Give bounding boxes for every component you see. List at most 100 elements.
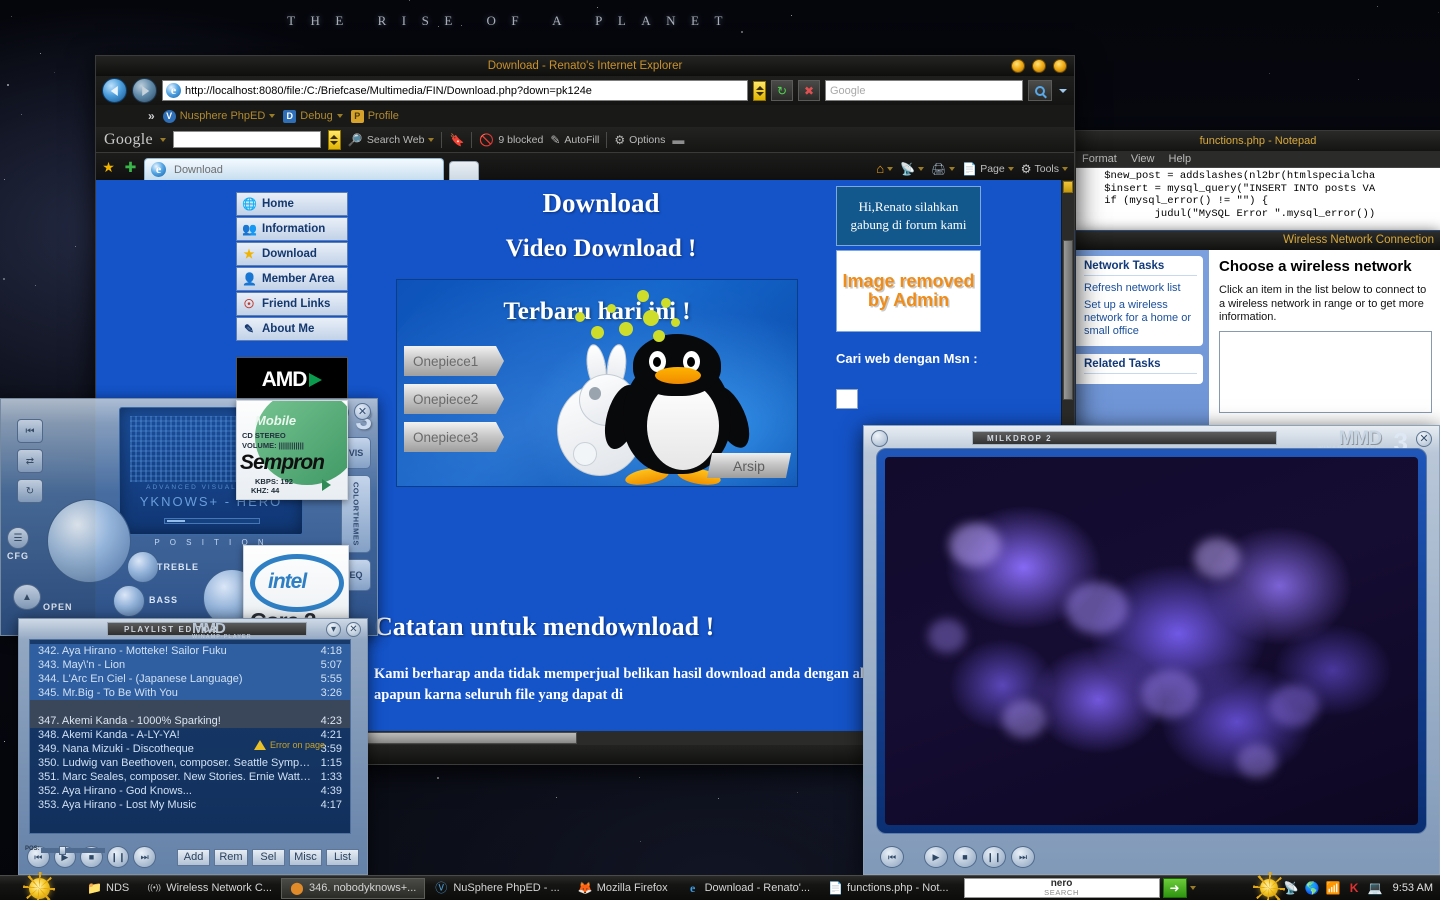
playlist-footer-controls[interactable]: ⏮ ▶ ■ ❙❙ ⏭ Add Rem Sel Misc List: [19, 840, 367, 874]
nav-item-home[interactable]: 🌐 Home: [236, 192, 348, 216]
window-controls[interactable]: [1011, 59, 1067, 73]
search-input[interactable]: Google: [825, 80, 1023, 101]
debug-menu-item[interactable]: D Debug: [283, 109, 343, 123]
menu-format[interactable]: Format: [1082, 153, 1117, 165]
ie-navigation-bar[interactable]: e http://localhost:8080/file:/C:/Briefca…: [96, 76, 1074, 105]
setup-wireless-network-link[interactable]: Set up a wireless network for a home or …: [1084, 297, 1197, 340]
playlist-add-button[interactable]: Add: [177, 848, 211, 866]
nav-item-information[interactable]: 👥 Information: [236, 217, 348, 241]
taskbar-item[interactable]: ⬤ 346. nobodyknows+...: [280, 877, 426, 899]
address-bar-value[interactable]: http://localhost:8080/file:/C:/Briefcase…: [185, 85, 744, 97]
playlist-remove-button[interactable]: Rem: [214, 848, 248, 866]
sun-tray-icon[interactable]: [1259, 879, 1278, 897]
prev-button[interactable]: ⏮: [880, 846, 904, 868]
chevron-down-icon[interactable]: [918, 166, 924, 171]
download-button-onepiece1[interactable]: Onepiece1: [404, 346, 504, 376]
next-button[interactable]: ⏭: [1011, 846, 1035, 868]
home-button[interactable]: ⌂: [876, 161, 894, 176]
next-button[interactable]: ⏭: [133, 846, 156, 868]
network-disconnected-icon[interactable]: 📡: [1284, 881, 1299, 896]
playlist-track-row[interactable]: 352. Aya Hirano - God Knows... 4:39: [30, 784, 350, 798]
chevron-down-icon[interactable]: [1007, 166, 1014, 171]
globe-icon[interactable]: 🌎: [1305, 881, 1320, 896]
search-web-button[interactable]: 🔎 Search Web: [348, 133, 435, 147]
menu-help[interactable]: Help: [1169, 153, 1192, 165]
pause-button[interactable]: ❙❙: [106, 846, 130, 868]
menu-view[interactable]: View: [1131, 153, 1155, 165]
highlighter-button[interactable]: ▬: [672, 133, 684, 147]
bookmarks-button[interactable]: 🔖: [449, 133, 464, 147]
refresh-network-list-link[interactable]: Refresh network list: [1084, 280, 1197, 297]
playlist-track-row[interactable]: 353. Aya Hirano - Lost My Music 4:17: [30, 798, 350, 812]
playlist-track-row[interactable]: 345. Mr.Big - To Be With You 3:26: [30, 686, 350, 700]
taskbar-item[interactable]: 📄 functions.php - Not...: [819, 878, 958, 899]
playlist-close-button[interactable]: ✕: [346, 622, 361, 637]
start-button[interactable]: [0, 876, 78, 900]
toolbar-overflow-icon[interactable]: »: [148, 109, 155, 123]
site-navigation[interactable]: 🌐 Home 👥 Information ★ Download 👤 Member…: [236, 192, 348, 403]
nav-item-friend-links[interactable]: ☉ Friend Links: [236, 292, 348, 316]
feeds-button[interactable]: 📡: [900, 162, 924, 176]
prev-track-button[interactable]: ⏮: [17, 419, 43, 443]
phped-menu-item[interactable]: V Nusphere PhpED: [162, 109, 276, 123]
jog-dial[interactable]: [47, 499, 131, 583]
playlist-track-row[interactable]: 351. Marc Seales, composer. New Stories.…: [30, 770, 350, 784]
nero-chevron-down-icon[interactable]: [1189, 886, 1196, 890]
taskbar-clock[interactable]: 9:53 AM: [1393, 882, 1433, 894]
search-icon[interactable]: [1028, 80, 1052, 101]
playlist-track-row[interactable]: [30, 700, 350, 714]
repeat-button[interactable]: ↻: [17, 479, 43, 503]
taskbar-item[interactable]: Ⓥ NuSphere PhpED - ...: [425, 878, 568, 899]
position-slider[interactable]: [164, 518, 260, 524]
chevron-down-icon[interactable]: [336, 114, 343, 118]
pause-button[interactable]: ❙❙: [982, 846, 1006, 868]
playlist-track-row[interactable]: 350. Ludwig van Beethoven, composer. Sea…: [30, 756, 350, 770]
taskbar-item[interactable]: ((•)) Wireless Network C...: [138, 878, 281, 899]
nav-item-about-me[interactable]: ✎ About Me: [236, 317, 348, 341]
msn-search-input[interactable]: [836, 389, 858, 409]
taskbar[interactable]: 📁 NDS ((•)) Wireless Network C... ⬤ 346. nobo…: [0, 875, 1440, 900]
chevron-down-icon[interactable]: [949, 166, 956, 171]
mmd-close-button[interactable]: ✕: [354, 403, 371, 420]
display-icon[interactable]: 💻: [1368, 881, 1383, 896]
milkdrop-menu-knob[interactable]: [871, 430, 888, 447]
playlist-collapse-button[interactable]: ▾: [326, 622, 341, 637]
error-on-page-indicator[interactable]: Error on page: [254, 740, 325, 750]
taskbar-item[interactable]: 📁 NDS: [78, 878, 138, 899]
back-button[interactable]: [102, 78, 127, 103]
phped-toolbar[interactable]: » V Nusphere PhpED D Debug P Profile: [96, 105, 1074, 127]
nav-item-download[interactable]: ★ Download: [236, 242, 348, 266]
address-dropdown-button[interactable]: [753, 80, 766, 101]
ie-tab-bar[interactable]: ★ ✚ e Download ⌂ 📡 🖨 📄 Page ⚙ Tools: [96, 153, 1074, 180]
taskbar-item[interactable]: 🦊 Mozilla Firefox: [569, 878, 677, 899]
treble-knob[interactable]: [127, 551, 159, 583]
shuffle-button[interactable]: ⇄: [17, 449, 43, 473]
arrow-right-icon[interactable]: ➜: [1162, 878, 1187, 898]
google-toolbar[interactable]: Google 🔎 Search Web 🔖 🚫 9 blocked ✎ Auto…: [96, 127, 1074, 153]
notepad-menubar[interactable]: Format View Help: [1076, 151, 1440, 168]
scrollbar-thumb[interactable]: [1063, 240, 1073, 400]
wireless-network-window[interactable]: Wireless Network Connection Network Task…: [1075, 230, 1440, 430]
playlist-track-row[interactable]: 347. Akemi Kanda - 1000% Sparking! 4:23: [30, 714, 350, 728]
address-bar[interactable]: e http://localhost:8080/file:/C:/Briefca…: [162, 80, 748, 101]
chevron-down-icon[interactable]: [887, 166, 894, 171]
nero-search-box[interactable]: nero SEARCH: [963, 878, 1160, 898]
playlist-misc-button[interactable]: Misc: [288, 848, 322, 866]
milkdrop-transport-controls[interactable]: ⏮ ▶ ■ ❙❙ ⏭: [864, 840, 1439, 874]
bass-knob[interactable]: [113, 585, 145, 617]
chevron-down-icon[interactable]: [269, 114, 276, 118]
chevron-down-icon[interactable]: [428, 137, 435, 142]
taskbar-window-buttons[interactable]: 📁 NDS ((•)) Wireless Network C... ⬤ 346. nobo…: [78, 877, 958, 899]
notepad-text-area[interactable]: $new_post = addslashes(nl2br(htmlspecial…: [1076, 168, 1440, 237]
close-button[interactable]: [1053, 59, 1067, 73]
new-tab-button[interactable]: [449, 161, 479, 180]
popup-blocker-button[interactable]: 🚫 9 blocked: [479, 133, 543, 147]
play-button[interactable]: ▶: [924, 846, 948, 868]
position-slider[interactable]: [41, 846, 105, 855]
milkdrop-render-surface[interactable]: [885, 457, 1418, 825]
kaspersky-icon[interactable]: K: [1347, 881, 1362, 896]
satellite-icon[interactable]: 📶: [1326, 881, 1341, 896]
playlist-track-row[interactable]: 344. L'Arc En Ciel - (Japanese Language)…: [30, 672, 350, 686]
ie-titlebar[interactable]: Download - Renato's Internet Explorer: [96, 56, 1074, 76]
playlist-list-button[interactable]: List: [326, 848, 359, 866]
